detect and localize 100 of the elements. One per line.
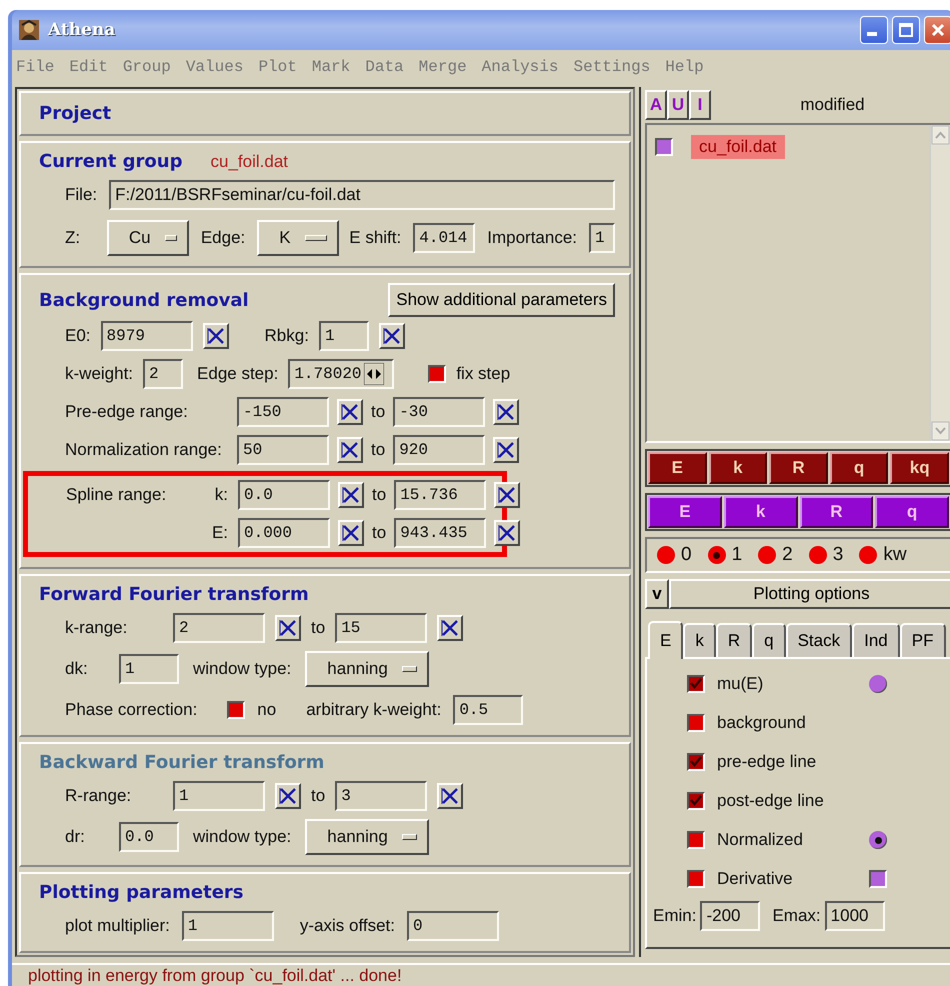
- tab[interactable]: k: [683, 623, 716, 657]
- x-button[interactable]: [337, 437, 363, 463]
- plot-button[interactable]: R: [769, 452, 828, 484]
- tab[interactable]: PF: [900, 623, 946, 657]
- input-field[interactable]: 15.736: [394, 480, 486, 510]
- plot-marked-button[interactable]: q: [875, 496, 949, 528]
- x-button[interactable]: [338, 482, 364, 508]
- radio-button[interactable]: [808, 546, 827, 564]
- dropdown-button[interactable]: hanning: [305, 651, 430, 687]
- toggle-button[interactable]: v: [645, 579, 669, 609]
- toolbar-button[interactable]: A: [645, 90, 667, 120]
- input-field[interactable]: 0.000: [238, 518, 330, 548]
- checkbox[interactable]: [687, 753, 705, 771]
- input-field[interactable]: 943.435: [394, 518, 486, 548]
- input-field[interactable]: 0.5: [453, 695, 524, 725]
- radio-button[interactable]: [869, 831, 887, 849]
- option-label: Normalized: [717, 830, 803, 849]
- input-field[interactable]: 2: [143, 359, 184, 389]
- x-button[interactable]: [437, 615, 464, 641]
- plot-marked-button[interactable]: E: [648, 496, 722, 528]
- checkbox[interactable]: [687, 870, 705, 888]
- radio-label: kw: [883, 544, 907, 566]
- field-label: dk:: [65, 659, 88, 678]
- tab[interactable]: Stack: [786, 623, 852, 657]
- x-button[interactable]: [494, 520, 520, 546]
- section-title: Plotting parameters: [39, 882, 244, 903]
- field-label: E:: [212, 523, 228, 543]
- input-field[interactable]: 1: [589, 223, 615, 253]
- toolbar-button[interactable]: U: [667, 90, 689, 120]
- input-field[interactable]: -200: [700, 901, 760, 931]
- x-button[interactable]: [493, 437, 520, 463]
- field-label: plot multiplier:: [65, 916, 170, 936]
- minimize-button[interactable]: [860, 16, 888, 44]
- input-field[interactable]: -150: [237, 397, 329, 427]
- field-label: k:: [214, 485, 228, 505]
- section-title: Forward Fourier transform: [39, 584, 309, 605]
- x-button[interactable]: [202, 323, 229, 349]
- checkbox[interactable]: [687, 831, 705, 849]
- input-field[interactable]: F:/2011/BSRFseminar/cu-foil.dat: [109, 180, 616, 210]
- maximize-button[interactable]: [892, 16, 920, 44]
- plot-button[interactable]: E: [648, 452, 707, 484]
- field-label: to: [311, 618, 326, 638]
- field-label: arbitrary k-weight:: [306, 700, 442, 720]
- tab[interactable]: Ind: [852, 623, 900, 657]
- x-button[interactable]: [275, 615, 301, 641]
- field-label: fix step: [456, 364, 510, 384]
- checkbox[interactable]: [428, 365, 446, 383]
- toolbar-button[interactable]: I: [689, 90, 711, 120]
- x-button[interactable]: [493, 399, 520, 425]
- input-field[interactable]: 1000: [824, 901, 885, 931]
- field-label: dr:: [65, 827, 85, 846]
- input-field[interactable]: 920: [393, 435, 486, 465]
- x-button[interactable]: [275, 783, 301, 809]
- input-field[interactable]: 1: [182, 911, 274, 941]
- input-field[interactable]: 1: [318, 321, 369, 351]
- field-label: Z:: [65, 228, 80, 248]
- close-button[interactable]: [924, 16, 950, 44]
- input-field[interactable]: -30: [393, 397, 486, 427]
- input-field[interactable]: 0: [407, 911, 499, 941]
- tab[interactable]: q: [752, 623, 786, 657]
- x-button[interactable]: [437, 783, 464, 809]
- input-field[interactable]: 4.014: [413, 223, 476, 253]
- input-field[interactable]: 1: [119, 654, 179, 684]
- field-label: window type:: [193, 827, 292, 847]
- plot-button[interactable]: k: [708, 452, 768, 484]
- x-button[interactable]: [378, 323, 405, 349]
- plot-button[interactable]: kq: [890, 452, 949, 484]
- checkbox[interactable]: [655, 138, 673, 156]
- x-button[interactable]: [338, 520, 364, 546]
- radio-button[interactable]: [657, 546, 675, 564]
- plot-marked-button[interactable]: R: [800, 496, 874, 528]
- checkbox[interactable]: [869, 870, 887, 888]
- input-field[interactable]: 0.0: [238, 480, 330, 510]
- radio-button[interactable]: [869, 675, 887, 693]
- tab[interactable]: E: [648, 621, 684, 659]
- dropdown-button[interactable]: Cu: [106, 220, 189, 256]
- radio-button[interactable]: [758, 546, 776, 564]
- input-field[interactable]: 2: [173, 613, 265, 643]
- input-field[interactable]: 8979: [100, 321, 193, 351]
- input-field[interactable]: 15: [335, 613, 428, 643]
- tab[interactable]: R: [716, 623, 752, 657]
- checkbox[interactable]: [227, 701, 246, 719]
- checkbox[interactable]: [687, 714, 705, 732]
- radio-button[interactable]: [708, 546, 726, 564]
- spin-arrows[interactable]: [364, 363, 384, 385]
- dropdown-button[interactable]: K: [257, 220, 340, 256]
- input-field[interactable]: 1.78020: [288, 359, 394, 389]
- checkbox[interactable]: [687, 792, 705, 810]
- plotting-options-button[interactable]: Plotting options: [669, 579, 950, 609]
- radio-button[interactable]: [859, 546, 878, 564]
- x-button[interactable]: [494, 482, 520, 508]
- plot-marked-button[interactable]: k: [724, 496, 798, 528]
- x-button[interactable]: [337, 399, 363, 425]
- plot-button[interactable]: q: [830, 452, 888, 484]
- field-label: k-weight:: [65, 364, 134, 384]
- checkbox[interactable]: [687, 675, 705, 693]
- additional-parameters-button[interactable]: Show additional parameters: [388, 283, 615, 317]
- field-label: Edge:: [200, 228, 246, 248]
- maximize-icon: [898, 22, 914, 38]
- input-field[interactable]: 50: [237, 435, 329, 465]
